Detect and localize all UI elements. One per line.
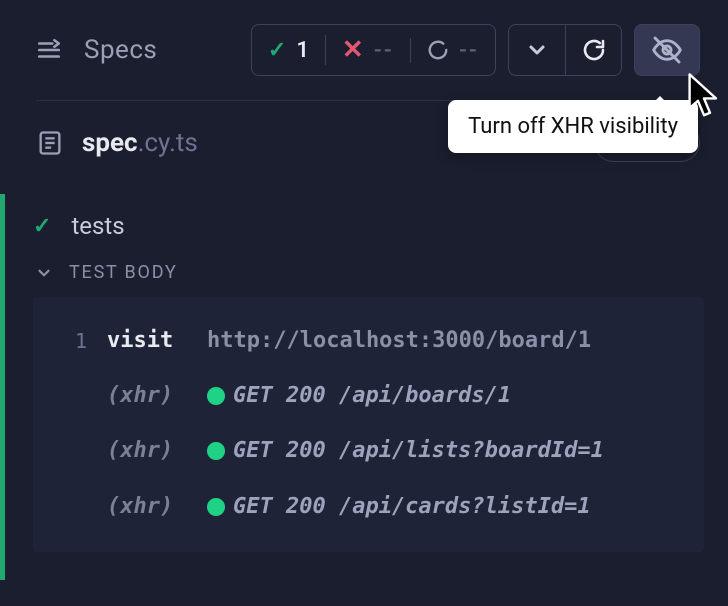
xhr-visibility-toggle[interactable] [634, 24, 700, 76]
log-row[interactable]: (xhr) GET 200 /api/boards/1 [45, 368, 682, 423]
page-title: Specs [84, 35, 157, 65]
log-message: GET 200 /api/lists?boardId=1 [207, 433, 604, 468]
top-bar: Specs ✓ 1 ✕ -- -- [0, 0, 728, 100]
check-icon: ✓ [33, 214, 51, 239]
spec-name-ext: .cy.ts [138, 128, 198, 158]
top-bar-right: ✓ 1 ✕ -- -- [251, 24, 700, 76]
stat-failed: ✕ -- [325, 35, 410, 65]
test-block: ✓ tests TEST BODY 1 visit http://localho… [0, 194, 728, 580]
log-row[interactable]: (xhr) GET 200 /api/lists?boardId=1 [45, 423, 682, 478]
eye-off-icon [651, 34, 683, 66]
x-icon: ✕ [342, 35, 364, 65]
status-dot-icon [207, 498, 225, 516]
log-command: (xhr) [107, 489, 187, 524]
test-title-row[interactable]: ✓ tests [33, 212, 704, 240]
pending-icon [427, 39, 449, 61]
log-command: (xhr) [107, 378, 187, 413]
run-controls [508, 24, 622, 76]
reload-icon [582, 38, 606, 62]
stat-failed-value: -- [374, 38, 394, 63]
test-stats: ✓ 1 ✕ -- -- [251, 24, 496, 76]
log-message: GET 200 /api/boards/1 [207, 378, 511, 413]
status-dot-icon [207, 387, 225, 405]
test-body-label: TEST BODY [69, 262, 178, 283]
spec-filename: spec.cy.ts [82, 128, 198, 158]
log-row[interactable]: 1 visit http://localhost:3000/board/1 [45, 313, 682, 368]
chevron-down-icon [525, 38, 549, 62]
check-icon: ✓ [268, 38, 286, 63]
test-body-header[interactable]: TEST BODY [33, 262, 704, 283]
log-command: (xhr) [107, 433, 187, 468]
reload-button[interactable] [565, 25, 621, 75]
stat-passed-value: 1 [296, 38, 309, 63]
document-icon [36, 129, 64, 157]
stat-passed: ✓ 1 [252, 38, 325, 63]
test-title: tests [71, 212, 124, 240]
log-command: visit [107, 323, 187, 358]
log-row[interactable]: (xhr) GET 200 /api/cards?listId=1 [45, 479, 682, 534]
stat-pending: -- [410, 38, 495, 63]
status-dot-icon [207, 442, 225, 460]
top-bar-left: Specs [36, 35, 157, 65]
next-button[interactable] [509, 25, 565, 75]
spec-name-base: spec [82, 128, 138, 158]
stat-pending-value: -- [459, 38, 479, 63]
command-log: 1 visit http://localhost:3000/board/1 (x… [33, 297, 704, 552]
chevron-down-icon [35, 264, 53, 282]
log-message: http://localhost:3000/board/1 [207, 323, 591, 358]
log-index: 1 [45, 325, 87, 357]
xhr-tooltip: Turn off XHR visibility [448, 100, 698, 153]
log-message: GET 200 /api/cards?listId=1 [207, 489, 591, 524]
specs-nav-icon[interactable] [36, 37, 62, 63]
